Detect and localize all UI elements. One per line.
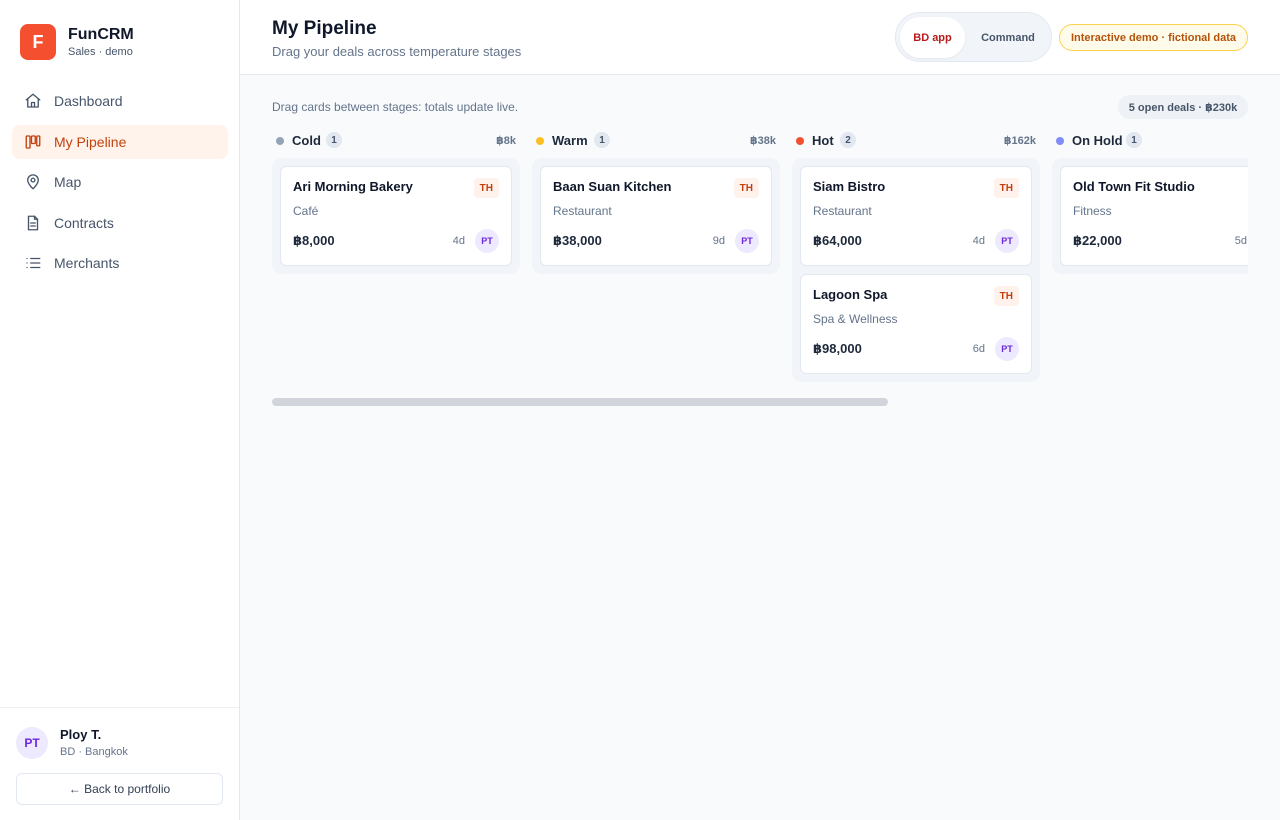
stage-name: On Hold — [1072, 133, 1123, 148]
deal-card[interactable]: Baan Suan Kitchen TH Restaurant ฿38,000 … — [540, 166, 772, 266]
deal-category: Restaurant — [553, 204, 612, 218]
stage-dropzone[interactable]: Old Town Fit Studio Fitness ฿22,000 5d — [1052, 158, 1248, 274]
sidebar-item-label: Map — [54, 174, 82, 190]
brand-name: FunCRM — [68, 26, 134, 43]
stage-header: On Hold 1 — [1052, 128, 1248, 152]
stage-dot-icon — [796, 137, 804, 145]
stage-dot-icon — [276, 137, 284, 145]
brand[interactable]: F FunCRM Sales · demo — [20, 24, 134, 60]
brand-logo: F — [20, 24, 56, 60]
kanban-board: Cold 1 ฿8k Ari Morning Bakery TH Café ฿8… — [272, 128, 1248, 388]
deal-category: Café — [293, 204, 319, 218]
app-mode-toggle: BD app Command — [895, 12, 1052, 62]
deal-age: 5d — [1234, 235, 1247, 247]
pipeline-summary-badge: 5 open deals · ฿230k — [1118, 95, 1248, 119]
deal-age: 4d — [452, 235, 465, 247]
sidebar-item-my-pipeline[interactable]: My Pipeline — [12, 124, 228, 159]
avatar: PT — [16, 727, 48, 759]
stage-count-badge: 2 — [840, 132, 856, 148]
sidebar-item-dashboard[interactable]: Dashboard — [12, 84, 228, 118]
page-title: My Pipeline — [272, 18, 377, 39]
stage-header: Warm 1 ฿38k — [532, 128, 776, 152]
deal-card[interactable]: Siam Bistro TH Restaurant ฿64,000 4d PT — [800, 166, 1032, 266]
sidebar-item-label: Merchants — [54, 255, 120, 271]
board-horizontal-scrollbar[interactable] — [272, 398, 888, 406]
map-pin-icon — [24, 173, 42, 191]
stage-dropzone[interactable]: Siam Bistro TH Restaurant ฿64,000 4d PT … — [792, 158, 1040, 382]
stage-header: Cold 1 ฿8k — [272, 128, 516, 152]
sidebar-item-label: Contracts — [54, 214, 114, 231]
demo-badge: Interactive demo · fictional data — [1059, 24, 1248, 51]
back-to-portfolio-button[interactable]: ← Back to portfolio — [16, 773, 223, 805]
stage-total: ฿8k — [496, 135, 516, 147]
sidebar-item-map[interactable]: Map — [12, 165, 228, 199]
stage-name: Cold — [292, 133, 321, 148]
stage-dot-icon — [536, 137, 544, 145]
country-tag: TH — [993, 178, 1019, 198]
deal-name: Siam Bistro — [813, 179, 886, 194]
deal-name: Ari Morning Bakery — [293, 179, 413, 194]
sidebar-item-label: My Pipeline — [54, 133, 127, 150]
page-header: My Pipeline Drag your deals across tempe… — [240, 0, 1280, 75]
sidebar-item-contracts[interactable]: Contracts — [12, 206, 228, 240]
country-tag: TH — [473, 178, 499, 198]
country-tag: TH — [733, 178, 759, 198]
kanban-icon — [24, 133, 42, 151]
board-hint: Drag cards between stages: totals update… — [272, 100, 519, 114]
brand-subtitle: Sales · demo — [68, 46, 133, 58]
deal-amount: ฿38,000 — [553, 233, 602, 248]
stage-dropzone[interactable]: Baan Suan Kitchen TH Restaurant ฿38,000 … — [532, 158, 780, 274]
stage-name: Hot — [812, 133, 834, 148]
deal-name: Baan Suan Kitchen — [553, 179, 672, 194]
stage-count-badge: 1 — [1126, 132, 1142, 148]
deal-name: Old Town Fit Studio — [1073, 179, 1195, 194]
country-tag: TH — [993, 286, 1019, 306]
sidebar-item-merchants[interactable]: Merchants — [12, 246, 228, 280]
stage-name: Warm — [552, 133, 588, 148]
stage-dropzone[interactable]: Ari Morning Bakery TH Café ฿8,000 4d PT — [272, 158, 520, 274]
stage-header: Hot 2 ฿162k — [792, 128, 1036, 152]
owner-avatar: PT — [995, 229, 1019, 253]
deal-card[interactable]: Old Town Fit Studio Fitness ฿22,000 5d — [1060, 166, 1248, 266]
sidebar-nav: Dashboard My Pipeline Map Contracts Merc… — [12, 84, 228, 287]
deal-category: Fitness — [1073, 204, 1112, 218]
owner-avatar: PT — [735, 229, 759, 253]
sidebar-item-label: Dashboard — [54, 93, 123, 109]
user-role: BD · Bangkok — [60, 746, 128, 758]
list-icon — [24, 254, 42, 272]
deal-amount: ฿22,000 — [1073, 233, 1122, 248]
owner-avatar: PT — [475, 229, 499, 253]
deal-age: 4d — [972, 235, 985, 247]
stage-total: ฿162k — [1003, 135, 1036, 147]
deal-age: 9d — [712, 235, 725, 247]
toggle-bd-app[interactable]: BD app — [900, 17, 965, 58]
deal-age: 6d — [972, 343, 985, 355]
deal-amount: ฿98,000 — [813, 341, 862, 356]
page-subtitle: Drag your deals across temperature stage… — [272, 44, 522, 59]
stage-count-badge: 1 — [326, 132, 342, 148]
owner-avatar: PT — [995, 337, 1019, 361]
user-profile: PT Ploy T. BD · Bangkok ← Back to portfo… — [0, 707, 239, 820]
user-name: Ploy T. — [60, 727, 102, 742]
deal-amount: ฿64,000 — [813, 233, 862, 248]
deal-category: Restaurant — [813, 204, 872, 218]
document-icon — [24, 214, 42, 232]
stage-count-badge: 1 — [594, 132, 610, 148]
sidebar: F FunCRM Sales · demo Dashboard My Pipel… — [0, 0, 240, 820]
stage-total: ฿38k — [749, 135, 776, 147]
deal-amount: ฿8,000 — [293, 233, 335, 248]
deal-card[interactable]: Ari Morning Bakery TH Café ฿8,000 4d PT — [280, 166, 512, 266]
stage-dot-icon — [1056, 137, 1064, 145]
toggle-command[interactable]: Command — [968, 17, 1048, 58]
deal-name: Lagoon Spa — [813, 287, 888, 302]
home-icon — [24, 92, 42, 110]
deal-category: Spa & Wellness — [813, 312, 898, 326]
deal-card[interactable]: Lagoon Spa TH Spa & Wellness ฿98,000 6d … — [800, 274, 1032, 374]
